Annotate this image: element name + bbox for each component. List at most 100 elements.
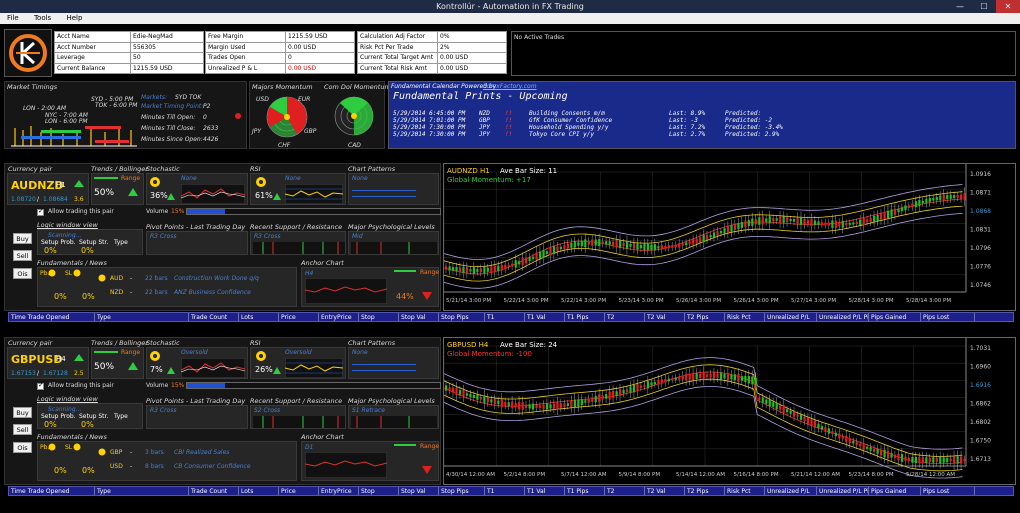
x-tick-label: 5/22/14 3:00 PM — [504, 298, 549, 304]
col-header[interactable]: T1 Val — [525, 487, 565, 495]
minimize-button[interactable]: — — [948, 0, 972, 13]
col-header[interactable]: Trade Count — [189, 487, 239, 495]
col-header[interactable]: T2 Val — [645, 487, 685, 495]
col-header[interactable]: Pips Lost — [921, 487, 975, 495]
jpy-label: JPY — [252, 128, 262, 135]
col-header[interactable]: T2 Val — [645, 313, 685, 321]
chart-patterns-label: Chart Patterns — [348, 339, 396, 347]
logic-window-link[interactable]: Logic window view — [37, 395, 98, 403]
col-header[interactable]: Time Trade Opened — [9, 313, 95, 321]
col-header[interactable]: Unrealized P/L — [765, 487, 817, 495]
col-header[interactable]: Type — [95, 313, 189, 321]
news-event: CB Consumer Confidence — [174, 463, 251, 470]
logic-window-link[interactable]: Logic window view — [37, 221, 98, 229]
y-tick-label: 1.0831 — [970, 226, 991, 233]
minutes-till-open-value: 0 — [203, 114, 207, 121]
timing-point-label: Market Timing Point: — [141, 103, 204, 110]
buy-button[interactable]: Buy — [13, 233, 32, 244]
menu-tools[interactable]: Tools — [34, 14, 51, 22]
anchor-chart-label: Anchor Chart — [301, 259, 344, 267]
menu-file[interactable]: File — [7, 14, 19, 22]
col-header[interactable]: T1 — [485, 313, 525, 321]
col-header[interactable]: Lots — [239, 313, 279, 321]
ois-button[interactable]: Ois — [13, 268, 32, 279]
stochastic-mini-chart — [181, 184, 245, 204]
market-status-dot — [235, 113, 241, 119]
col-header[interactable]: Type — [95, 487, 189, 495]
sell-button[interactable]: Sell — [13, 250, 32, 261]
anchor-box: H4 Range 44% — [301, 267, 439, 307]
allow-trading-checkbox[interactable]: ✓ — [37, 381, 44, 390]
price-chart-gbpusd[interactable]: 1.7031 1.6960 1.6916 1.6862 1.6802 1.6750 1.67… — [443, 337, 1016, 485]
ois-button[interactable]: Ois — [13, 442, 32, 453]
setup-prob-label: Setup Prob. — [41, 413, 76, 420]
col-header[interactable]: Trade Count — [189, 313, 239, 321]
news-gear-icon — [98, 274, 106, 282]
cad-label: CAD — [348, 142, 361, 149]
col-header[interactable]: Lots — [239, 487, 279, 495]
bid-price: 1.08720 — [11, 196, 36, 203]
scanning-label: Scanning... — [48, 406, 82, 413]
col-header[interactable]: T2 — [605, 313, 645, 321]
setup-str-value: 0% — [81, 420, 94, 429]
menu-help[interactable]: Help — [66, 14, 82, 22]
col-header[interactable]: T2 — [605, 487, 645, 495]
buy-button[interactable]: Buy — [13, 407, 32, 418]
col-header[interactable]: Stop Val — [399, 313, 439, 321]
logic-box: Scanning... Setup Prob. Setup Str. Type … — [37, 229, 143, 255]
forexfactory-link[interactable]: ForexFactory.com — [483, 83, 537, 90]
col-header[interactable]: Risk Pct — [725, 487, 765, 495]
maximize-button[interactable]: ☐ — [972, 0, 996, 13]
anchor-range-label: Range — [420, 269, 440, 276]
col-header[interactable]: T2 Pips — [685, 487, 725, 495]
x-tick-label: 5/16/14 8:00 PM — [734, 472, 779, 478]
trade-table-header: Time Trade Opened Type Trade Count Lots Pric… — [8, 486, 1014, 496]
risk-info-table: Calculation Adj Factor 0% Risk Pct Per Tr… — [357, 31, 507, 74]
timing-point-value: P2 — [203, 103, 211, 110]
col-header[interactable]: T1 Pips — [565, 487, 605, 495]
price-chart-audnzd[interactable]: 1.0916 1.0871 1.0868 1.0831 1.0796 1.0776 1.07… — [443, 163, 1016, 311]
anchor-down-arrow-icon — [422, 466, 432, 474]
col-header[interactable]: Time Trade Opened — [9, 487, 95, 495]
col-header[interactable]: Price — [279, 487, 319, 495]
stochastic-box: Oversold 7% — [146, 347, 248, 379]
col-header[interactable]: Stop Pips — [439, 313, 485, 321]
fundamentals-box: Pb. SL 0% 0% AUD - 22 bars Construction … — [37, 267, 297, 307]
sell-button[interactable]: Sell — [13, 424, 32, 435]
y-tick-label: 1.6750 — [970, 437, 991, 444]
close-button[interactable]: ✕ — [996, 0, 1020, 13]
col-header[interactable]: Pips Gained — [869, 487, 921, 495]
candlestick-chart[interactable]: 1.0916 1.0871 1.0868 1.0831 1.0796 1.0776 1.07… — [443, 164, 1015, 310]
col-header[interactable]: Unrealized P/L Pips — [817, 313, 869, 321]
col-header[interactable]: Stop — [359, 487, 399, 495]
anchor-timeframe: D1 — [305, 444, 314, 451]
rsi-gear-icon — [256, 351, 266, 361]
pivot-box: R3 Cross — [146, 231, 248, 255]
col-header[interactable]: Pips Lost — [921, 313, 975, 321]
col-header[interactable]: Unrealized P/L Pips — [817, 487, 869, 495]
col-header[interactable]: Price — [279, 313, 319, 321]
col-header[interactable]: T1 Val — [525, 313, 565, 321]
col-header[interactable]: Risk Pct — [725, 313, 765, 321]
candlestick-chart[interactable]: 1.7031 1.6960 1.6916 1.6862 1.6802 1.6750 1.67… — [443, 338, 1015, 484]
col-header[interactable]: Stop Pips — [439, 487, 485, 495]
comdol-momentum-title: Com Dol Momentum — [324, 83, 391, 91]
col-header[interactable]: Unrealized P/L — [765, 313, 817, 321]
tok-time: TOK - 6:00 PM — [95, 102, 138, 109]
markets-label: Markets: — [141, 94, 167, 101]
stochastic-mini-chart — [181, 358, 245, 378]
col-header[interactable]: EntryPrice — [319, 487, 359, 495]
col-header[interactable]: Stop — [359, 313, 399, 321]
col-header[interactable]: EntryPrice — [319, 313, 359, 321]
scanning-label: Scanning... — [48, 232, 82, 239]
col-header[interactable]: T1 — [485, 487, 525, 495]
setup-str-value: 0% — [81, 246, 94, 255]
y-tick-label: 1.6713 — [970, 456, 991, 463]
stochastic-box: None 36% — [146, 173, 248, 205]
col-header[interactable]: Pips Gained — [869, 313, 921, 321]
allow-trading-checkbox[interactable]: ✓ — [37, 207, 44, 216]
col-header[interactable]: T1 Pips — [565, 313, 605, 321]
col-header[interactable]: T2 Pips — [685, 313, 725, 321]
setup-prob-label: Setup Prob. — [41, 239, 76, 246]
col-header[interactable]: Stop Val — [399, 487, 439, 495]
